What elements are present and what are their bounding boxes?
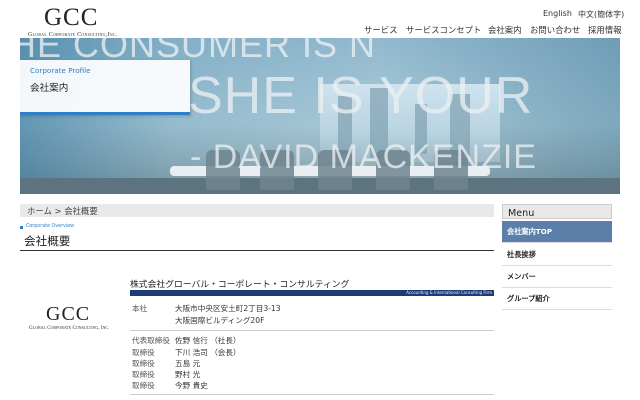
hero-banner: HE CONSUMER IS N SHE IS YOUR - DAVID MAC… (20, 38, 620, 194)
side-menu-title: Menu (508, 208, 535, 219)
nav-company[interactable]: 会社案内 (488, 24, 522, 36)
nav-services[interactable]: サービス (364, 24, 398, 36)
section-marker (20, 226, 23, 229)
lang-english-link[interactable]: English (543, 9, 572, 18)
company-tagline: Accounting & International Consulting Fi… (406, 290, 492, 295)
info-divider (130, 394, 494, 395)
menu-item-members[interactable]: メンバー (502, 266, 612, 288)
company-logo: GCC (46, 303, 91, 325)
info-divider (130, 330, 494, 331)
hero-quote-line3: - DAVID MACKENZIE (190, 138, 537, 176)
officer-role: 取締役 (132, 370, 155, 379)
hero-title-jp: 会社案内 (30, 83, 69, 94)
hero-title-box: Corporate Profile 会社案内 (20, 60, 190, 115)
company-logo-subtitle: Global Corporate Consulting, Inc. (29, 326, 110, 331)
nav-contact[interactable]: お問い合わせ (530, 24, 580, 36)
officer-role: 代表取締役 (132, 336, 170, 345)
menu-item-label: グループ紹介 (507, 294, 550, 303)
site-logo[interactable]: GCC (44, 4, 98, 32)
menu-item-label: 会社案内TOP (507, 227, 553, 236)
officer-role: 取締役 (132, 359, 155, 368)
officer-role: 取締役 (132, 348, 155, 357)
address-line2: 大阪国際ビルディング20F (175, 316, 265, 325)
menu-item-label: メンバー (507, 272, 536, 281)
hero-title-en: Corporate Profile (30, 66, 91, 75)
address-label: 本社 (132, 304, 148, 313)
officer-name: 今野 貴史 (175, 381, 208, 390)
menu-item-group[interactable]: グループ紹介 (502, 288, 612, 310)
menu-item-greeting[interactable]: 社長挨拶 (502, 244, 612, 266)
site-logo-subtitle[interactable]: Global Corporate Consulting,Inc. (28, 31, 117, 38)
breadcrumb-text[interactable]: ホーム > 会社概要 (27, 205, 98, 217)
officer-role: 取締役 (132, 381, 155, 390)
side-menu-header: Menu (502, 204, 612, 219)
menu-item-company-top[interactable]: 会社案内TOP (502, 221, 612, 243)
company-tagline-bar: Accounting & International Consulting Fi… (130, 290, 494, 296)
menu-item-label: 社長挨拶 (507, 250, 536, 259)
officer-name: 下川 浩司 （会長） (175, 348, 241, 357)
section-divider (20, 250, 494, 251)
nav-recruit[interactable]: 採用情報 (588, 24, 622, 36)
officer-name: 五島 元 (175, 359, 201, 368)
section-subtitle: Corporate Overview (26, 224, 75, 229)
address-line1: 大阪市中央区安土町2丁目3-13 (175, 304, 281, 313)
hero-quote-line2: SHE IS YOUR (188, 67, 534, 125)
company-name: 株式会社グローバル・コーポレート・コンサルティング (130, 279, 350, 289)
nav-service-concept[interactable]: サービスコンセプト (406, 24, 481, 36)
officer-name: 野村 光 (175, 370, 201, 379)
lang-chinese-link[interactable]: 中文(簡体字) (578, 9, 624, 20)
officer-name: 佐野 信行 （社長） (175, 336, 241, 345)
breadcrumb: ホーム > 会社概要 (20, 204, 494, 217)
page-title: 会社概要 (24, 234, 71, 248)
